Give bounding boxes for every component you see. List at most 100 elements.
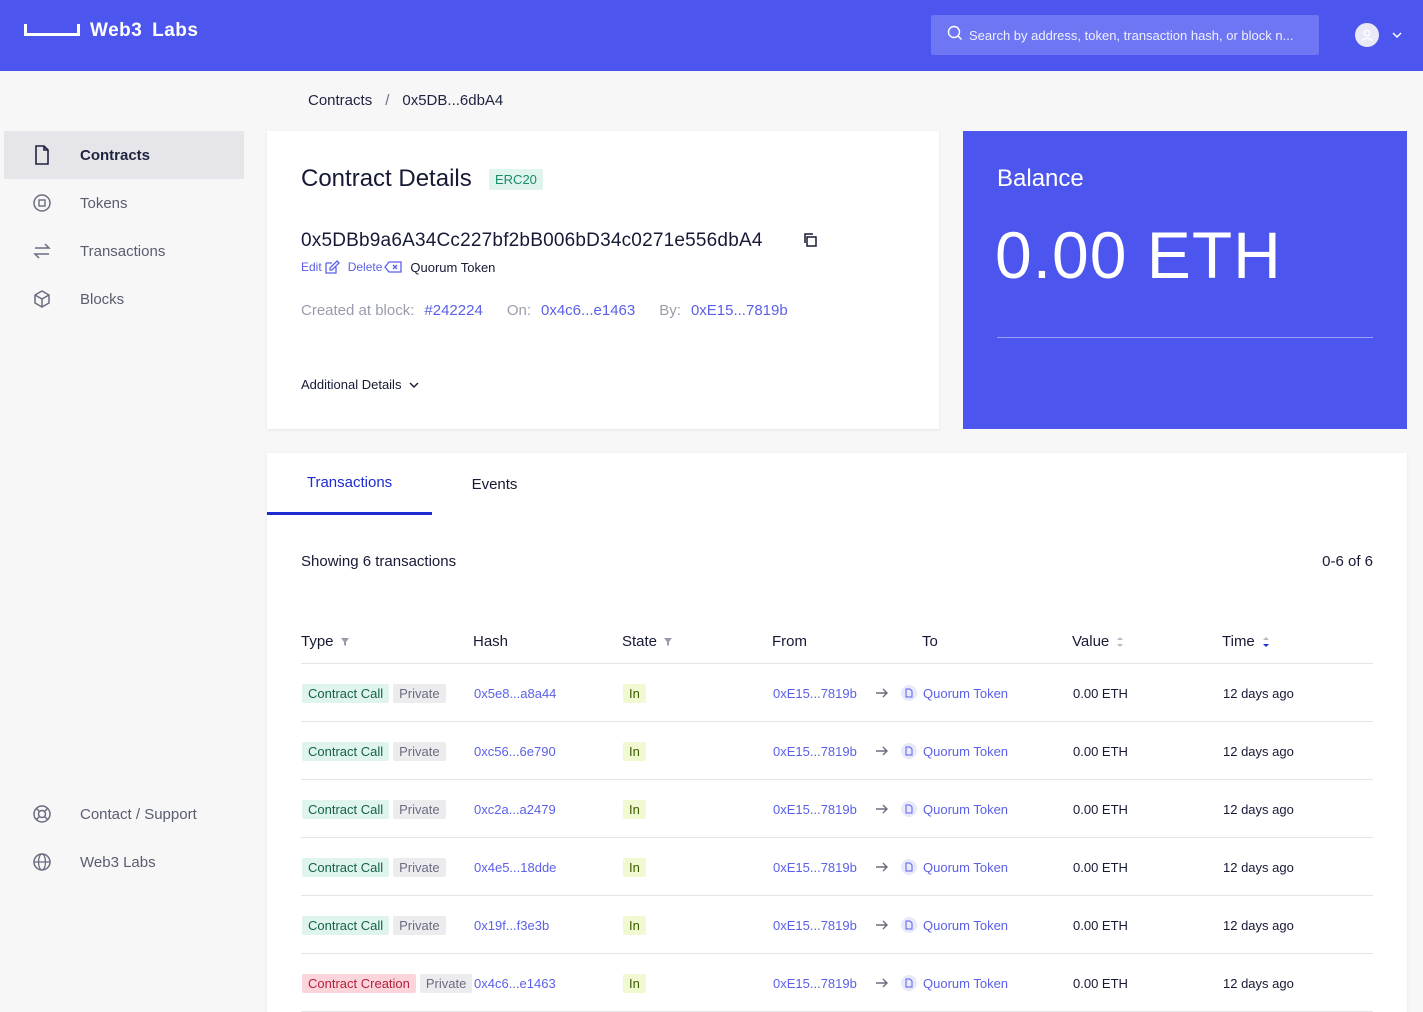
time-cell: 12 days ago	[1223, 917, 1294, 933]
edit-button[interactable]: Edit	[301, 259, 340, 275]
from-link[interactable]: 0xE15...7819b	[773, 896, 857, 954]
edit-label: Edit	[301, 260, 322, 274]
state-badge: In	[623, 857, 646, 877]
delete-button[interactable]: Delete	[348, 260, 403, 274]
copy-icon[interactable]	[802, 232, 818, 253]
state-cell: In	[623, 896, 650, 954]
to-link[interactable]: Quorum Token	[923, 802, 1008, 817]
type-cell: Contract Call Private	[302, 838, 450, 896]
private-badge: Private	[393, 741, 446, 761]
from-link[interactable]: 0xE15...7819b	[773, 780, 857, 838]
sidebar-item-label: Web3 Labs	[80, 853, 156, 871]
type-badge: Contract Call	[302, 799, 390, 819]
sort-icon[interactable]	[1115, 635, 1125, 649]
brand-logo[interactable]: Web3 Labs	[24, 20, 198, 42]
globe-icon	[32, 852, 52, 872]
sidebar-item-transactions[interactable]: Transactions	[4, 227, 244, 275]
transfer-icon	[32, 241, 52, 261]
from-link[interactable]: 0xE15...7819b	[773, 664, 857, 722]
sort-desc-icon[interactable]	[1261, 635, 1271, 649]
column-header-time[interactable]: Time	[1222, 633, 1271, 650]
hash-link[interactable]: 0x19f...f3e3b	[474, 896, 549, 954]
state-badge: In	[623, 683, 646, 703]
sidebar-item-web3-labs[interactable]: Web3 Labs	[4, 838, 244, 886]
search-input[interactable]	[969, 27, 1309, 43]
table-row[interactable]: Contract Call Private 0xc2a...a2479 In 0xE15…	[301, 780, 1373, 838]
to-link[interactable]: Quorum Token	[923, 744, 1008, 759]
creator-address-link[interactable]: 0xE15...7819b	[691, 302, 788, 319]
hash-link[interactable]: 0x4c6...e1463	[474, 954, 556, 1012]
from-link[interactable]: 0xE15...7819b	[773, 954, 857, 1012]
tab-events[interactable]: Events	[432, 453, 557, 515]
column-header-state[interactable]: State	[622, 633, 673, 650]
type-cell: Contract Call Private	[302, 896, 450, 954]
cube-icon	[32, 289, 52, 309]
contract-icon	[901, 859, 917, 875]
erc20-badge: ERC20	[489, 169, 543, 190]
to-link[interactable]: Quorum Token	[923, 976, 1008, 991]
private-badge: Private	[393, 683, 446, 703]
table-row[interactable]: Contract Creation Private 0x4c6...e1463 In 0…	[301, 954, 1373, 1012]
additional-details-toggle[interactable]: Additional Details	[301, 377, 419, 392]
contract-details-card: Contract Details ERC20 0x5DBb9a6A34Cc227…	[267, 131, 939, 429]
breadcrumb-root[interactable]: Contracts	[308, 92, 372, 109]
sidebar-item-blocks[interactable]: Blocks	[4, 275, 244, 323]
sidebar-item-contracts[interactable]: Contracts	[4, 131, 244, 179]
balance-divider	[997, 337, 1373, 338]
created-block-link[interactable]: #242224	[424, 302, 482, 319]
type-badge: Contract Call	[302, 683, 390, 703]
balance-title: Balance	[997, 165, 1084, 192]
table-row[interactable]: Contract Call Private 0x4e5...18dde In 0xE15…	[301, 838, 1373, 896]
state-badge: In	[623, 741, 646, 761]
from-link[interactable]: 0xE15...7819b	[773, 838, 857, 896]
type-badge: Contract Call	[302, 857, 390, 877]
table-row[interactable]: Contract Call Private 0xc56...6e790 In 0xE15…	[301, 722, 1373, 780]
search-box[interactable]	[931, 15, 1319, 55]
to-link[interactable]: Quorum Token	[923, 686, 1008, 701]
hash-link[interactable]: 0x5e8...a8a44	[474, 664, 556, 722]
to-cell: Quorum Token	[901, 780, 1008, 838]
token-icon	[32, 193, 52, 213]
balance-value: 0.00 ETH	[995, 218, 1282, 292]
to-link[interactable]: Quorum Token	[923, 918, 1008, 933]
time-cell: 12 days ago	[1223, 801, 1294, 817]
avatar[interactable]	[1355, 23, 1379, 47]
table-row[interactable]: Contract Call Private 0x5e8...a8a44 In 0xE15…	[301, 664, 1373, 722]
state-badge: In	[623, 799, 646, 819]
type-cell: Contract Call Private	[302, 664, 450, 722]
brand-name: Web3 Labs	[90, 20, 199, 41]
sidebar-item-tokens[interactable]: Tokens	[4, 179, 244, 227]
column-header-value[interactable]: Value	[1072, 633, 1125, 650]
contract-icon	[901, 917, 917, 933]
column-label: Value	[1072, 633, 1110, 650]
type-badge: Contract Call	[302, 741, 390, 761]
hash-link[interactable]: 0x4e5...18dde	[474, 838, 556, 896]
column-header-type[interactable]: Type	[301, 633, 350, 650]
creation-tx-link[interactable]: 0x4c6...e1463	[541, 302, 635, 319]
value-cell: 0.00 ETH	[1073, 743, 1128, 759]
chevron-down-icon[interactable]	[1391, 28, 1403, 46]
tab-transactions[interactable]: Transactions	[267, 453, 432, 515]
state-cell: In	[623, 722, 650, 780]
filter-icon[interactable]	[340, 637, 350, 647]
column-label: To	[922, 633, 938, 650]
filter-icon[interactable]	[663, 637, 673, 647]
arrow-right-icon	[875, 664, 889, 722]
type-cell: Contract Call Private	[302, 722, 450, 780]
hash-link[interactable]: 0xc56...6e790	[474, 722, 556, 780]
state-cell: In	[623, 954, 650, 1012]
sidebar-item-contact-support[interactable]: Contact / Support	[4, 790, 244, 838]
to-cell: Quorum Token	[901, 722, 1008, 780]
user-icon	[1361, 29, 1373, 42]
value-cell: 0.00 ETH	[1073, 975, 1128, 991]
hash-link[interactable]: 0xc2a...a2479	[474, 780, 556, 838]
contract-icon	[901, 685, 917, 701]
created-label: Created at block:	[301, 302, 415, 319]
value-cell: 0.00 ETH	[1073, 859, 1128, 875]
from-link[interactable]: 0xE15...7819b	[773, 722, 857, 780]
state-badge: In	[623, 973, 646, 993]
to-link[interactable]: Quorum Token	[923, 860, 1008, 875]
type-badge: Contract Creation	[302, 973, 416, 993]
table-row[interactable]: Contract Call Private 0x19f...f3e3b In 0xE15…	[301, 896, 1373, 954]
logo-mark-icon	[24, 24, 80, 36]
